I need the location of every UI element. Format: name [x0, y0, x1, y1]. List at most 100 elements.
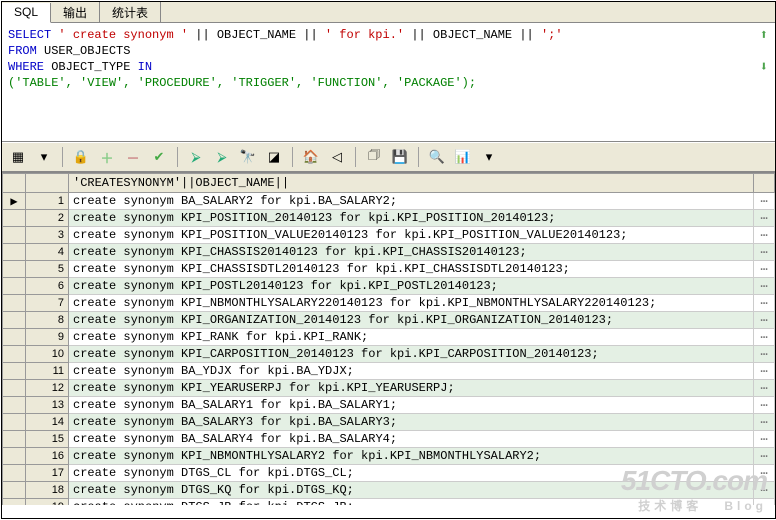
row-marker[interactable]	[3, 261, 26, 278]
cell-more[interactable]: ⋯	[754, 465, 775, 482]
cell-value[interactable]: create synonym KPI_POSTL20140123 for kpi…	[69, 278, 754, 295]
row-number[interactable]: 14	[26, 414, 69, 431]
table-row[interactable]: 6 create synonym KPI_POSTL20140123 for k…	[3, 278, 775, 295]
cell-more[interactable]: ⋯	[754, 431, 775, 448]
cell-value[interactable]: create synonym KPI_RANK for kpi.KPI_RANK…	[69, 329, 754, 346]
row-marker[interactable]	[3, 380, 26, 397]
cell-value[interactable]: create synonym KPI_CHASSIS20140123 for k…	[69, 244, 754, 261]
table-row[interactable]: 13 create synonym BA_SALARY1 for kpi.BA_…	[3, 397, 775, 414]
table-row[interactable]: 12 create synonym KPI_YEARUSERPJ for kpi…	[3, 380, 775, 397]
table-row[interactable]: 8 create synonym KPI_ORGANIZATION_201401…	[3, 312, 775, 329]
cell-value[interactable]: create synonym BA_SALARY2 for kpi.BA_SAL…	[69, 193, 754, 210]
row-marker[interactable]	[3, 499, 26, 506]
row-number[interactable]: 17	[26, 465, 69, 482]
row-marker[interactable]	[3, 397, 26, 414]
chart-icon[interactable]: 📊	[453, 147, 473, 167]
cell-value[interactable]: create synonym KPI_POSITION_20140123 for…	[69, 210, 754, 227]
row-marker[interactable]	[3, 329, 26, 346]
cell-value[interactable]: create synonym DTGS_KQ for kpi.DTGS_KQ;	[69, 482, 754, 499]
row-number[interactable]: 11	[26, 363, 69, 380]
delete-row-button[interactable]: －	[123, 147, 143, 167]
cell-value[interactable]: create synonym DTGS_CL for kpi.DTGS_CL;	[69, 465, 754, 482]
cell-value[interactable]: create synonym BA_SALARY4 for kpi.BA_SAL…	[69, 431, 754, 448]
cell-value[interactable]: create synonym BA_SALARY3 for kpi.BA_SAL…	[69, 414, 754, 431]
cell-more[interactable]: ⋯	[754, 193, 775, 210]
row-marker[interactable]	[3, 448, 26, 465]
home-icon[interactable]: 🏠	[301, 147, 321, 167]
row-marker-header[interactable]	[3, 174, 26, 193]
row-marker[interactable]	[3, 465, 26, 482]
cell-more[interactable]: ⋯	[754, 295, 775, 312]
cell-value[interactable]: create synonym KPI_NBMONTHLYSALARY220140…	[69, 295, 754, 312]
table-row[interactable]: 11 create synonym BA_YDJX for kpi.BA_YDJ…	[3, 363, 775, 380]
row-number[interactable]: 1	[26, 193, 69, 210]
table-row[interactable]: ▶1 create synonym BA_SALARY2 for kpi.BA_…	[3, 193, 775, 210]
cell-more[interactable]: ⋯	[754, 261, 775, 278]
row-number[interactable]: 7	[26, 295, 69, 312]
row-marker[interactable]	[3, 244, 26, 261]
tab-output[interactable]: 输出	[51, 2, 100, 22]
save-icon[interactable]: 💾	[390, 147, 410, 167]
row-marker[interactable]: ▶	[3, 193, 26, 210]
row-number[interactable]: 5	[26, 261, 69, 278]
cell-value[interactable]: create synonym KPI_ORGANIZATION_20140123…	[69, 312, 754, 329]
table-row[interactable]: 16 create synonym KPI_NBMONTHLYSALARY2 f…	[3, 448, 775, 465]
row-marker[interactable]	[3, 312, 26, 329]
nav-left-icon[interactable]: ◁	[327, 147, 347, 167]
cell-value[interactable]: create synonym KPI_POSITION_VALUE2014012…	[69, 227, 754, 244]
table-row[interactable]: 18 create synonym DTGS_KQ for kpi.DTGS_K…	[3, 482, 775, 499]
table-row[interactable]: 7 create synonym KPI_NBMONTHLYSALARY2201…	[3, 295, 775, 312]
lock-icon[interactable]: 🔒	[71, 147, 91, 167]
cell-value[interactable]: create synonym KPI_CHASSISDTL20140123 fo…	[69, 261, 754, 278]
scroll-down-icon[interactable]: ⬇	[757, 61, 771, 75]
cell-more[interactable]: ⋯	[754, 499, 775, 506]
row-number[interactable]: 16	[26, 448, 69, 465]
cell-more[interactable]: ⋯	[754, 448, 775, 465]
row-marker[interactable]	[3, 210, 26, 227]
table-row[interactable]: 15 create synonym BA_SALARY4 for kpi.BA_…	[3, 431, 775, 448]
row-marker[interactable]	[3, 346, 26, 363]
row-number[interactable]: 9	[26, 329, 69, 346]
cell-more[interactable]: ⋯	[754, 329, 775, 346]
table-row[interactable]: 3 create synonym KPI_POSITION_VALUE20140…	[3, 227, 775, 244]
results-grid-wrap[interactable]: 'CREATESYNONYM'||OBJECT_NAME|| ▶1 create…	[2, 172, 775, 505]
row-number[interactable]: 15	[26, 431, 69, 448]
fetch-next-button[interactable]: ⮚	[186, 147, 206, 167]
table-row[interactable]: 10 create synonym KPI_CARPOSITION_201401…	[3, 346, 775, 363]
column-more-header[interactable]	[754, 174, 775, 193]
table-row[interactable]: 17 create synonym DTGS_CL for kpi.DTGS_C…	[3, 465, 775, 482]
table-row[interactable]: 9 create synonym KPI_RANK for kpi.KPI_RA…	[3, 329, 775, 346]
row-number[interactable]: 19	[26, 499, 69, 506]
row-marker[interactable]	[3, 414, 26, 431]
cell-more[interactable]: ⋯	[754, 278, 775, 295]
table-row[interactable]: 14 create synonym BA_SALARY3 for kpi.BA_…	[3, 414, 775, 431]
row-number[interactable]: 4	[26, 244, 69, 261]
cell-more[interactable]: ⋯	[754, 414, 775, 431]
cell-more[interactable]: ⋯	[754, 244, 775, 261]
row-number[interactable]: 13	[26, 397, 69, 414]
cell-more[interactable]: ⋯	[754, 397, 775, 414]
tab-stats[interactable]: 统计表	[100, 2, 161, 22]
row-number[interactable]: 6	[26, 278, 69, 295]
cell-value[interactable]: create synonym BA_YDJX for kpi.BA_YDJX;	[69, 363, 754, 380]
cell-value[interactable]: create synonym BA_SALARY1 for kpi.BA_SAL…	[69, 397, 754, 414]
grid-dropdown-icon[interactable]: ▾	[34, 147, 54, 167]
add-row-button[interactable]: ＋	[97, 147, 117, 167]
copy-icon[interactable]: 🗇	[364, 147, 384, 167]
find-icon[interactable]: 🔭	[238, 147, 258, 167]
filter-icon[interactable]: 🔍	[427, 147, 447, 167]
fetch-all-button[interactable]: ⮚	[212, 147, 232, 167]
row-number[interactable]: 8	[26, 312, 69, 329]
chart-dropdown-icon[interactable]: ▾	[479, 147, 499, 167]
row-marker[interactable]	[3, 227, 26, 244]
cell-value[interactable]: create synonym DTGS_JB for kpi.DTGS_JB;	[69, 499, 754, 506]
cell-value[interactable]: create synonym KPI_CARPOSITION_20140123 …	[69, 346, 754, 363]
cell-value[interactable]: create synonym KPI_YEARUSERPJ for kpi.KP…	[69, 380, 754, 397]
column-header-1[interactable]: 'CREATESYNONYM'||OBJECT_NAME||	[69, 174, 754, 193]
sql-editor[interactable]: SELECT ' create synonym ' || OBJECT_NAME…	[2, 23, 775, 142]
row-number[interactable]: 10	[26, 346, 69, 363]
row-number[interactable]: 18	[26, 482, 69, 499]
row-marker[interactable]	[3, 363, 26, 380]
grid-icon[interactable]: ▦	[8, 147, 28, 167]
cell-more[interactable]: ⋯	[754, 312, 775, 329]
